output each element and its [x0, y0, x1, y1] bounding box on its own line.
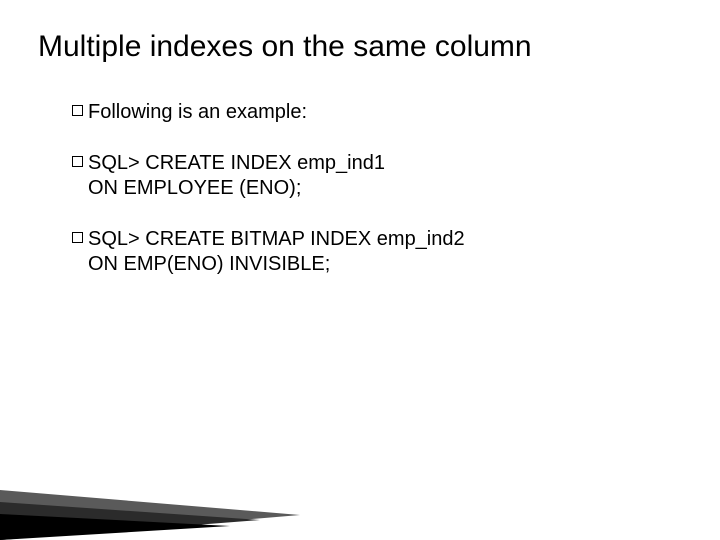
bullet-text: SQL> CREATE INDEX emp_ind1 ON EMPLOYEE (…	[88, 151, 634, 201]
bullet-item: SQL> CREATE BITMAP INDEX emp_ind2 ON EMP…	[74, 227, 634, 277]
bullet-item: Following is an example:	[74, 100, 634, 125]
bullet-line1: Following is an example:	[88, 101, 307, 123]
bullet-line1: SQL> CREATE BITMAP INDEX emp_ind2	[88, 228, 465, 250]
slide-content: Following is an example: SQL> CREATE IND…	[74, 100, 634, 303]
bullet-marker-icon	[72, 156, 83, 167]
slide: Multiple indexes on the same column Foll…	[0, 0, 720, 540]
bullet-item: SQL> CREATE INDEX emp_ind1 ON EMPLOYEE (…	[74, 151, 634, 201]
bullet-text: Following is an example:	[88, 100, 634, 125]
bullet-line2: ON EMPLOYEE (ENO);	[88, 176, 634, 201]
bullet-marker-icon	[72, 232, 83, 243]
slide-title: Multiple indexes on the same column	[38, 30, 532, 64]
decorative-wedge-icon	[0, 460, 300, 540]
bullet-text: SQL> CREATE BITMAP INDEX emp_ind2 ON EMP…	[88, 227, 634, 277]
bullet-line1: SQL> CREATE INDEX emp_ind1	[88, 152, 385, 174]
bullet-marker-icon	[72, 105, 83, 116]
bullet-line2: ON EMP(ENO) INVISIBLE;	[88, 252, 634, 277]
